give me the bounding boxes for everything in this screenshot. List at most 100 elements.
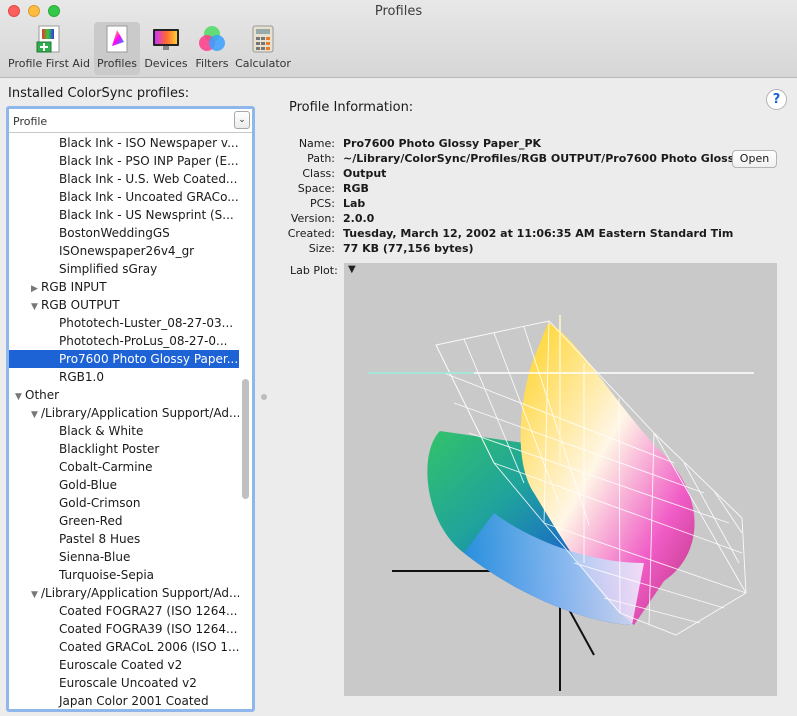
profile-list-item[interactable]: Pro7600 Photo Glossy Paper... bbox=[9, 350, 239, 368]
profiles-icon bbox=[106, 25, 128, 53]
profile-list-item[interactable]: Cobalt-Carmine bbox=[9, 458, 239, 476]
lab-plot-view[interactable] bbox=[344, 263, 777, 696]
toolbar-label: Profiles bbox=[97, 57, 137, 70]
profile-list-item[interactable]: Sienna-Blue bbox=[9, 548, 239, 566]
devices-icon bbox=[153, 29, 179, 50]
calculator-icon bbox=[252, 25, 274, 53]
profile-list-item-label: Euroscale Coated v2 bbox=[59, 658, 183, 672]
profile-list-item[interactable]: Blacklight Poster bbox=[9, 440, 239, 458]
profile-list-item[interactable]: Black Ink - PSO INP Paper (E... bbox=[9, 152, 239, 170]
split-view-handle[interactable] bbox=[261, 394, 267, 400]
profile-list-item[interactable]: Coated FOGRA39 (ISO 1264... bbox=[9, 620, 239, 638]
disclosure-expanded-icon[interactable]: ▼ bbox=[31, 406, 41, 422]
profile-first-aid-icon bbox=[36, 25, 60, 53]
profile-list-item-label: Pro7600 Photo Glossy Paper... bbox=[59, 352, 239, 366]
toolbar-devices[interactable]: Devices bbox=[142, 22, 190, 75]
list-scrollbar[interactable] bbox=[242, 379, 249, 499]
toolbar-profiles[interactable]: Profiles bbox=[94, 22, 140, 75]
plot-options-menu[interactable]: ▼ bbox=[348, 264, 356, 275]
profile-list-item-label: Coated FOGRA27 (ISO 1264... bbox=[59, 604, 238, 618]
toolbar-calculator[interactable]: Calculator bbox=[234, 22, 292, 75]
profiles-window: Profiles Profile First Aid Profiles Devi… bbox=[0, 0, 797, 716]
profile-list-item-label: Green-Red bbox=[59, 514, 123, 528]
profile-list-item-label: BostonWeddingGS bbox=[59, 226, 170, 240]
profile-list-item[interactable]: Green-Red bbox=[9, 512, 239, 530]
field-value: 77 KB (77,156 bytes) bbox=[343, 242, 474, 255]
profile-list-item-label: Black Ink - U.S. Web Coated... bbox=[59, 172, 238, 186]
profile-list-item[interactable]: Black & White bbox=[9, 422, 239, 440]
profile-list-item[interactable]: ▼ RGB OUTPUT bbox=[9, 296, 239, 314]
profile-info-title: Profile Information: bbox=[289, 100, 414, 115]
profile-list-item-label: Coated FOGRA39 (ISO 1264... bbox=[59, 622, 238, 636]
profile-list-item[interactable]: ISOnewspaper26v4_gr bbox=[9, 242, 239, 260]
field-key: Name: bbox=[298, 137, 335, 150]
profile-list-item-label: Black & White bbox=[59, 424, 144, 438]
disclosure-collapsed-icon[interactable]: ▶ bbox=[31, 280, 41, 296]
profile-list[interactable]: Profile ⌄ Black Ink - ISO Newspaper v...… bbox=[6, 106, 255, 712]
disclosure-expanded-icon[interactable]: ▼ bbox=[31, 586, 41, 602]
profile-list-item-label: Black Ink - Uncoated GRACo... bbox=[59, 190, 239, 204]
profile-list-item-label: /Library/Application Support/Ad... bbox=[41, 586, 239, 600]
field-key: Size: bbox=[308, 242, 335, 255]
profile-list-item[interactable]: ▼ Other bbox=[9, 386, 239, 404]
column-header-label: Profile bbox=[13, 115, 48, 128]
profile-list-item[interactable]: Euroscale Uncoated v2 bbox=[9, 674, 239, 692]
profile-field: Space: RGB bbox=[270, 181, 740, 196]
profile-field: Class: Output bbox=[270, 166, 740, 181]
profile-list-item[interactable]: Turquoise-Sepia bbox=[9, 566, 239, 584]
lab-plot-graphic bbox=[368, 315, 754, 691]
profile-list-item-label: Gold-Crimson bbox=[59, 496, 141, 510]
field-value: Pro7600 Photo Glossy Paper_PK bbox=[343, 137, 542, 150]
profile-list-item[interactable]: ▼/Library/Application Support/Ad... bbox=[9, 404, 239, 422]
profile-list-item[interactable]: Euroscale Coated v2 bbox=[9, 656, 239, 674]
profile-list-item[interactable]: Coated FOGRA27 (ISO 1264... bbox=[9, 602, 239, 620]
profile-list-item-label: Simplified sGray bbox=[59, 262, 158, 276]
profile-list-item[interactable]: Gold-Crimson bbox=[9, 494, 239, 512]
profile-list-item[interactable]: Gold-Blue bbox=[9, 476, 239, 494]
field-value: RGB bbox=[343, 182, 369, 195]
profile-list-item-label: Japan Color 2001 Coated bbox=[59, 694, 209, 708]
profile-list-item-label: Blacklight Poster bbox=[59, 442, 160, 456]
profile-list-item[interactable]: Simplified sGray bbox=[9, 260, 239, 278]
profile-list-item-label: RGB OUTPUT bbox=[41, 298, 120, 312]
open-button[interactable]: Open bbox=[732, 150, 777, 168]
profile-column-header[interactable]: Profile ⌄ bbox=[9, 109, 252, 133]
profile-list-item[interactable]: Phototech-ProLus_08-27-0... bbox=[9, 332, 239, 350]
field-key: Version: bbox=[290, 212, 335, 225]
profile-list-item-label: Phototech-ProLus_08-27-0... bbox=[59, 334, 228, 348]
lab-plot-label: Lab Plot: bbox=[290, 264, 338, 277]
window-title: Profiles bbox=[374, 4, 423, 19]
field-value: Output bbox=[343, 167, 387, 180]
help-button[interactable]: ? bbox=[766, 89, 787, 110]
profile-list-item[interactable]: Coated GRACoL 2006 (ISO 1... bbox=[9, 638, 239, 656]
chevron-down-icon[interactable]: ⌄ bbox=[234, 111, 250, 129]
profile-list-item-label: /Library/Application Support/Ad... bbox=[41, 406, 239, 420]
profile-list-item-label: Cobalt-Carmine bbox=[59, 460, 153, 474]
profile-list-item[interactable]: Phototech-Luster_08-27-03... bbox=[9, 314, 239, 332]
profile-field: Path: ~/Library/ColorSync/Profiles/RGB OU… bbox=[270, 151, 740, 166]
field-value: ~/Library/ColorSync/Profiles/RGB OUTPUT/… bbox=[343, 152, 733, 165]
profile-list-item[interactable]: Black Ink - Uncoated GRACo... bbox=[9, 188, 239, 206]
profile-list-item[interactable]: ▼/Library/Application Support/Ad... bbox=[9, 584, 239, 602]
disclosure-expanded-icon[interactable]: ▼ bbox=[15, 388, 25, 404]
profile-list-item[interactable]: RGB1.0 bbox=[9, 368, 239, 386]
toolbar-label: Filters bbox=[195, 57, 229, 70]
profile-list-item[interactable]: Black Ink - US Newsprint (S... bbox=[9, 206, 239, 224]
profile-field: Created: Tuesday, March 12, 2002 at 11:06… bbox=[270, 226, 740, 241]
field-value: 2.0.0 bbox=[343, 212, 375, 225]
field-key: Space: bbox=[297, 182, 335, 195]
profile-list-item[interactable]: Pastel 8 Hues bbox=[9, 530, 239, 548]
profile-list-item[interactable]: Black Ink - U.S. Web Coated... bbox=[9, 170, 239, 188]
profile-list-item-label: Other bbox=[25, 388, 60, 402]
profile-list-item-label: ISOnewspaper26v4_gr bbox=[59, 244, 195, 258]
disclosure-expanded-icon[interactable]: ▼ bbox=[31, 298, 41, 314]
toolbar-profile-first-aid[interactable]: Profile First Aid bbox=[6, 22, 92, 75]
profile-list-item[interactable]: BostonWeddingGS bbox=[9, 224, 239, 242]
profile-list-item[interactable]: ▶ RGB INPUT bbox=[9, 278, 239, 296]
toolbar-label: Devices bbox=[144, 57, 188, 70]
profile-list-item-label: Euroscale Uncoated v2 bbox=[59, 676, 197, 690]
profile-list-item-label: RGB1.0 bbox=[59, 370, 104, 384]
profile-list-item[interactable]: Black Ink - ISO Newspaper v... bbox=[9, 134, 239, 152]
profile-list-item[interactable]: Japan Color 2001 Coated bbox=[9, 692, 239, 709]
toolbar-filters[interactable]: Filters bbox=[192, 22, 232, 75]
